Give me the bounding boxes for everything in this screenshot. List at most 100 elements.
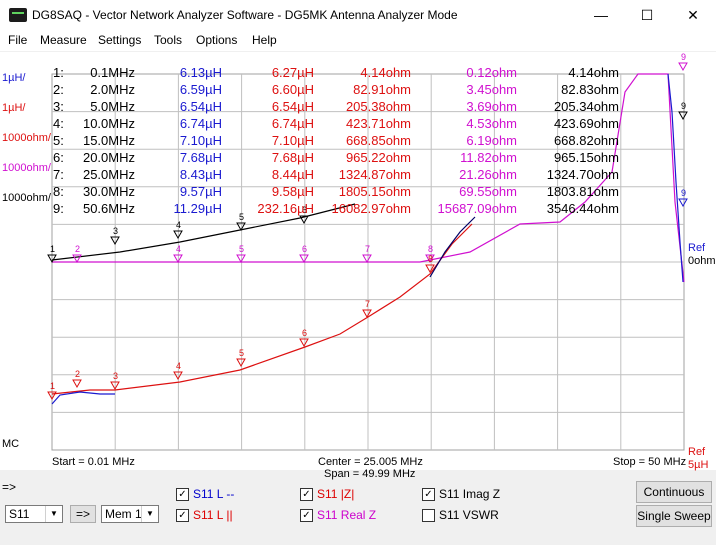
close-button[interactable]: ✕ [670,0,716,31]
marker-realZ-cell: 3.45ohm [466,82,517,97]
checkbox-label: S11 VSWR [439,508,499,522]
scale-label-absz: 1000ohm/ [2,132,51,144]
marker-absZ-cell: 668.85ohm [345,133,411,148]
marker-number: 5 [239,348,244,358]
marker-number: 4 [176,244,181,254]
marker-idx-cell: 9: [53,201,64,216]
marker-absZ-cell: 82.91ohm [353,82,411,97]
window-title: DG8SAQ - Vector Network Analyzer Softwar… [32,8,458,22]
arrow-label: => [2,480,17,494]
marker-number: 3 [113,226,118,236]
ref-bottom-value: 5µH [688,459,709,471]
marker-L-cell: 6.59µH [179,82,222,97]
marker-freq-cell: 5.0MHz [90,99,135,114]
port-select[interactable]: S11 ▼ [5,505,63,523]
marker-imagZ-cell: 1324.70ohm [546,167,619,182]
marker-Lpar-cell: 7.10µH [271,133,314,148]
single-sweep-button[interactable]: Single Sweep [636,505,712,527]
trace-l-series [51,391,115,405]
marker-imagZ-cell: 965.15ohm [553,150,619,165]
marker-absZ-cell: 965.22ohm [345,150,411,165]
menu-measure[interactable]: Measure [40,33,87,47]
marker-number: 5 [239,244,244,254]
marker-imagZ-cell: 205.34ohm [553,99,619,114]
marker-number: 8 [428,254,433,264]
scale-label-lpar: 1µH/ [2,102,26,114]
marker-number: 7 [365,244,370,254]
memory-select[interactable]: Mem 1 ▼ [101,505,159,523]
center-frequency: Center = 25.005 MHz [318,456,423,468]
marker-imagZ-cell: 82.83ohm [561,82,619,97]
marker-number: 6 [302,244,307,254]
marker-triangle [362,254,372,264]
menu-bar: File Measure Settings Tools Options Help [0,31,716,51]
marker-realZ-cell: 69.55ohm [459,184,517,199]
marker-Lpar-cell: 232.16µH [257,201,314,216]
menu-options[interactable]: Options [196,33,237,47]
marker-Lpar-cell: 6.60µH [271,82,314,97]
marker-triangle [678,111,688,121]
apply-button[interactable]: => [70,505,96,523]
checkbox-box[interactable]: ✓ [300,488,313,501]
marker-number: 8 [428,244,433,254]
plot-area[interactable]: 1345624567812345678999 1µH/ 1µH/ 1000ohm… [0,52,716,480]
chevron-down-icon[interactable]: ▼ [45,506,62,522]
chevron-down-icon[interactable]: ▼ [141,506,158,522]
marker-absZ-cell: 1324.87ohm [338,167,411,182]
checkbox-box[interactable] [422,509,435,522]
marker-imagZ-cell: 3546.44ohm [546,201,619,216]
ref-top-label: Ref [688,242,706,254]
menu-help[interactable]: Help [252,33,277,47]
minimize-button[interactable]: — [578,0,624,31]
marker-freq-cell: 2.0MHz [90,82,135,97]
plot-canvas[interactable]: 134562 4 5 6 7 812 345678999 [0,52,716,470]
checkbox-box[interactable]: ✓ [422,488,435,501]
checkbox-label: S11 Real Z [317,508,377,522]
checkbox-label: S11 |Z| [317,487,355,501]
marker-freq-cell: 20.0MHz [82,150,135,165]
continuous-button[interactable]: Continuous [636,481,712,503]
marker-number: 1 [50,381,55,391]
marker-Lpar-cell: 6.74µH [271,116,314,131]
marker-Lpar-cell: 7.68µH [271,150,314,165]
marker-absZ-cell: 205.38ohm [345,99,411,114]
marker-number: 9 [681,188,686,198]
trace-l-series-upper [429,216,476,278]
marker-L-cell: 6.54µH [179,99,222,114]
marker-number: 4 [176,220,181,230]
marker-freq-cell: 15.0MHz [82,133,135,148]
marker-number: 2 [75,244,80,254]
marker-triangle [678,62,688,72]
marker-number: 9 [681,101,686,111]
checkbox-box[interactable]: ✓ [300,509,313,522]
marker-number: 1 [50,244,55,254]
marker-number: 2 [75,369,80,379]
marker-absZ-cell: 4.14ohm [360,65,411,80]
marker-Lpar-cell: 6.27µH [271,65,314,80]
marker-triangle [299,254,309,264]
checkbox-box[interactable]: ✓ [176,488,189,501]
marker-realZ-cell: 15687.09ohm [437,201,517,216]
marker-triangle [236,358,246,368]
title-bar: DG8SAQ - Vector Network Analyzer Softwar… [0,0,716,31]
marker-idx-cell: 6: [53,150,64,165]
maximize-button[interactable]: ☐ [624,0,670,31]
checkbox-box[interactable]: ✓ [176,509,189,522]
marker-Lpar-cell: 9.58µH [271,184,314,199]
marker-number: 3 [113,371,118,381]
marker-L-cell: 6.13µH [179,65,222,80]
marker-imagZ-cell: 1803.81ohm [546,184,619,199]
marker-L-cell: 9.57µH [179,184,222,199]
menu-settings[interactable]: Settings [98,33,141,47]
menu-file[interactable]: File [8,33,27,47]
marker-idx-cell: 3: [53,99,64,114]
marker-number: 9 [681,52,686,62]
marker-triangle [236,254,246,264]
marker-realZ-cell: 6.19ohm [466,133,517,148]
checkbox-label: S11 L -- [193,487,235,501]
marker-Lpar-cell: 6.54µH [271,99,314,114]
marker-imagZ-cell: 4.14ohm [568,65,619,80]
marker-L-cell: 11.29µH [173,201,222,216]
menu-tools[interactable]: Tools [154,33,182,47]
mc-label: MC [2,438,20,450]
